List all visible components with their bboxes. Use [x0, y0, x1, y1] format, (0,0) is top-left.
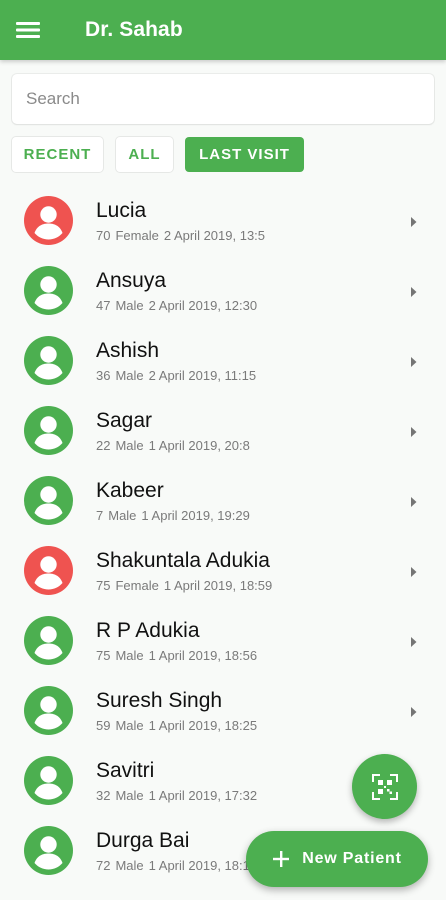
- patient-gender: Male: [115, 368, 144, 383]
- person-avatar-icon: [24, 616, 73, 665]
- plus-icon: [272, 850, 290, 868]
- chevron-right-icon: [409, 215, 418, 227]
- patient-details: 75 Male 1 April 2019, 18:56: [96, 648, 257, 663]
- person-avatar-icon: [24, 756, 73, 805]
- search-input[interactable]: [26, 89, 434, 109]
- patient-age: 7: [96, 508, 104, 523]
- filter-last-visit-chip[interactable]: LAST VISIT: [185, 137, 304, 172]
- menu-icon[interactable]: [12, 0, 44, 60]
- patient-last-visit: 1 April 2019, 19:29: [141, 508, 250, 523]
- patient-last-visit: 1 April 2019, 18:11: [148, 858, 257, 873]
- patient-gender: Male: [115, 298, 144, 313]
- new-patient-button[interactable]: New Patient: [246, 831, 428, 887]
- patient-details: 75 Female 1 April 2019, 18:59: [96, 578, 272, 593]
- patient-details: 32 Male 1 April 2019, 17:32: [96, 788, 257, 803]
- patient-last-visit: 2 April 2019, 11:15: [148, 368, 257, 383]
- patient-last-visit: 2 April 2019, 12:30: [148, 298, 258, 313]
- person-avatar-icon: [24, 546, 73, 595]
- chevron-right-icon: [409, 425, 418, 437]
- patient-details: 7 Male 1 April 2019, 19:29: [96, 508, 250, 523]
- patient-age: 47: [96, 298, 111, 313]
- patient-name: Ashish: [96, 339, 160, 362]
- patient-name: Kabeer: [96, 479, 164, 502]
- patient-row[interactable]: Ansuya 47 Male 2 April 2019, 12:30: [0, 256, 446, 326]
- scan-qr-button[interactable]: [352, 754, 417, 819]
- patient-last-visit: 1 April 2019, 17:32: [148, 788, 258, 803]
- patient-name: Savitri: [96, 759, 155, 782]
- patient-age: 70: [96, 228, 111, 243]
- patient-name: Shakuntala Adukia: [96, 549, 270, 572]
- patient-gender: Male: [115, 858, 144, 873]
- patient-details: 59 Male 1 April 2019, 18:25: [96, 718, 257, 733]
- patient-details: 70 Female 2 April 2019, 13:5: [96, 228, 265, 243]
- patient-gender: Male: [108, 508, 137, 523]
- person-avatar-icon: [24, 476, 73, 525]
- patient-name: Ansuya: [96, 269, 167, 292]
- person-avatar-icon: [24, 406, 73, 455]
- chevron-right-icon: [409, 565, 418, 577]
- patient-age: 72: [96, 858, 111, 873]
- patient-age: 75: [96, 578, 111, 593]
- patient-row[interactable]: Sagar 22 Male 1 April 2019, 20:8: [0, 396, 446, 466]
- patient-name: Suresh Singh: [96, 689, 223, 712]
- patient-last-visit: 2 April 2019, 13:5: [163, 228, 266, 243]
- person-avatar-icon: [24, 826, 73, 875]
- patient-age: 59: [96, 718, 111, 733]
- patient-gender: Male: [115, 648, 144, 663]
- patient-last-visit: 1 April 2019, 18:56: [148, 648, 258, 663]
- chevron-right-icon: [409, 705, 418, 717]
- person-avatar-icon: [24, 686, 73, 735]
- patient-details: 72 Male 1 April 2019, 18:11: [96, 858, 256, 873]
- person-avatar-icon: [24, 336, 73, 385]
- patient-last-visit: 1 April 2019, 20:8: [148, 438, 250, 453]
- patient-details: 22 Male 1 April 2019, 20:8: [96, 438, 250, 453]
- new-patient-label: New Patient: [302, 850, 402, 867]
- app-title: Dr. Sahab: [85, 18, 183, 41]
- patient-name: R P Adukia: [96, 619, 200, 642]
- patient-gender: Male: [115, 788, 144, 803]
- patient-row[interactable]: Lucia 70 Female 2 April 2019, 13:5: [0, 186, 446, 256]
- patient-row[interactable]: R P Adukia 75 Male 1 April 2019, 18:56: [0, 606, 446, 676]
- person-avatar-icon: [24, 266, 73, 315]
- chevron-right-icon: [409, 285, 418, 297]
- patient-age: 22: [96, 438, 111, 453]
- patient-name: Lucia: [96, 199, 147, 222]
- person-avatar-icon: [24, 196, 73, 245]
- patient-gender: Female: [115, 578, 159, 593]
- chevron-right-icon: [409, 495, 418, 507]
- filter-recent-chip[interactable]: RECENT: [12, 137, 103, 172]
- patient-row[interactable]: Ashish 36 Male 2 April 2019, 11:15: [0, 326, 446, 396]
- patient-row[interactable]: Shakuntala Adukia 75 Female 1 April 2019, 1…: [0, 536, 446, 606]
- app-bar: Dr. Sahab: [0, 0, 446, 60]
- chevron-right-icon: [409, 355, 418, 367]
- patient-details: 36 Male 2 April 2019, 11:15: [96, 368, 256, 383]
- search-box[interactable]: [12, 74, 434, 124]
- patient-last-visit: 1 April 2019, 18:25: [148, 718, 258, 733]
- patient-age: 75: [96, 648, 111, 663]
- patient-gender: Female: [115, 228, 159, 243]
- patient-age: 32: [96, 788, 111, 803]
- patient-details: 47 Male 2 April 2019, 12:30: [96, 298, 257, 313]
- patient-name: Sagar: [96, 409, 153, 432]
- patient-gender: Male: [115, 438, 144, 453]
- patient-name: Durga Bai: [96, 829, 190, 852]
- patient-row[interactable]: Kabeer 7 Male 1 April 2019, 19:29: [0, 466, 446, 536]
- patient-last-visit: 1 April 2019, 18:59: [163, 578, 273, 593]
- qr-scan-icon: [371, 773, 398, 800]
- patient-gender: Male: [115, 718, 144, 733]
- patient-row[interactable]: Suresh Singh 59 Male 1 April 2019, 18:25: [0, 676, 446, 746]
- filter-all-chip[interactable]: ALL: [116, 137, 173, 172]
- patient-age: 36: [96, 368, 111, 383]
- chevron-right-icon: [409, 635, 418, 647]
